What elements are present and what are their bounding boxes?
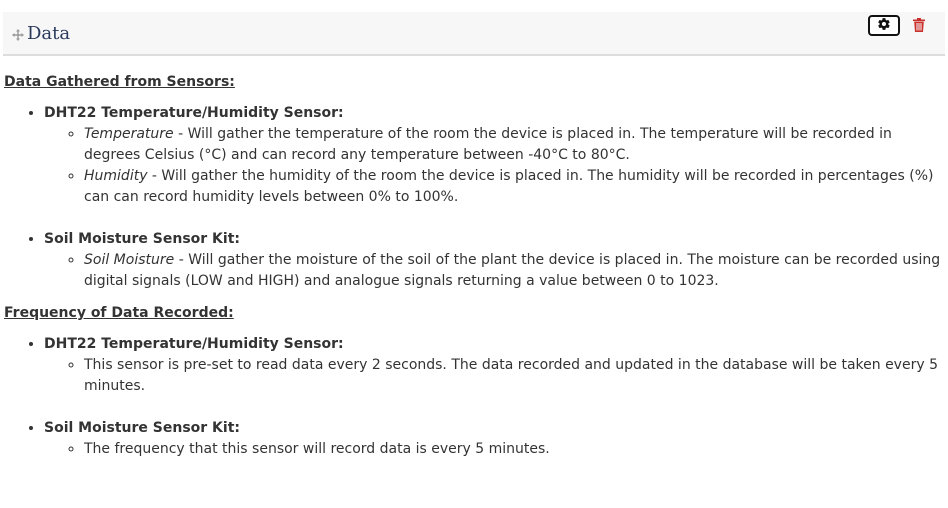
gear-icon — [877, 16, 891, 35]
detail-text: - Will gather the temperature of the roo… — [84, 126, 892, 163]
panel-title: Data — [27, 23, 71, 44]
detail-list: This sensor is pre-set to read data ever… — [44, 355, 944, 397]
section-heading-data-gathered: Data Gathered from Sensors: — [4, 74, 235, 90]
detail-term: Humidity — [84, 168, 148, 184]
sensor-name: Soil Moisture Sensor Kit: — [44, 420, 240, 436]
list-item: Soil Moisture Sensor Kit: The frequency … — [44, 418, 944, 460]
list-item: Soil Moisture Sensor Kit: Soil Moisture … — [44, 229, 944, 292]
move-icon[interactable] — [12, 26, 24, 41]
list-item: Humidity - Will gather the humidity of t… — [84, 166, 944, 208]
list-item: Temperature - Will gather the temperatur… — [84, 124, 944, 166]
detail-text: The frequency that this sensor will reco… — [84, 441, 550, 457]
detail-list: Soil Moisture - Will gather the moisture… — [44, 250, 944, 292]
panel-header: Data — [3, 12, 945, 56]
list-item: DHT22 Temperature/Humidity Sensor: Tempe… — [44, 103, 944, 208]
list-item: The frequency that this sensor will reco… — [84, 439, 944, 460]
sensor-name: Soil Moisture Sensor Kit: — [44, 231, 240, 247]
list-item: This sensor is pre-set to read data ever… — [84, 355, 944, 397]
list-item: Soil Moisture - Will gather the moisture… — [84, 250, 944, 292]
delete-button[interactable] — [912, 17, 926, 36]
detail-text: This sensor is pre-set to read data ever… — [84, 357, 938, 394]
detail-term: Temperature — [84, 126, 174, 142]
section-heading-frequency: Frequency of Data Recorded: — [4, 305, 234, 321]
trash-icon — [913, 17, 925, 36]
sensor-list-frequency: DHT22 Temperature/Humidity Sensor: This … — [4, 334, 944, 460]
panel-body: Data Gathered from Sensors: DHT22 Temper… — [4, 72, 944, 460]
detail-text: - Will gather the humidity of the room t… — [84, 168, 934, 205]
sensor-name: DHT22 Temperature/Humidity Sensor: — [44, 336, 344, 352]
detail-term: Soil Moisture — [84, 252, 175, 268]
sensor-name: DHT22 Temperature/Humidity Sensor: — [44, 105, 344, 121]
settings-button[interactable] — [868, 15, 900, 36]
detail-list: The frequency that this sensor will reco… — [44, 439, 944, 460]
list-item: DHT22 Temperature/Humidity Sensor: This … — [44, 334, 944, 397]
detail-list: Temperature - Will gather the temperatur… — [44, 124, 944, 208]
sensor-list-data-gathered: DHT22 Temperature/Humidity Sensor: Tempe… — [4, 103, 944, 292]
detail-text: - Will gather the moisture of the soil o… — [84, 252, 941, 289]
